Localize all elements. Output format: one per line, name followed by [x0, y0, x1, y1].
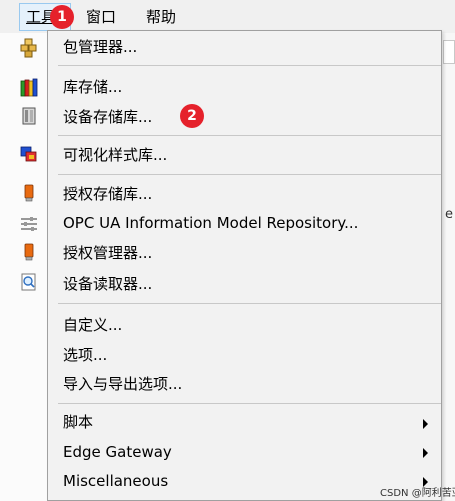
submenu-arrow-icon — [423, 448, 428, 458]
menu-item-opc-ua-repository[interactable]: OPC UA Information Model Repository... — [63, 210, 358, 236]
menu-item-authorization-manager[interactable]: 授权管理器... — [63, 240, 152, 266]
menu-item-label: 授权存储库... — [63, 185, 153, 203]
menu-item-label: 脚本 — [63, 413, 94, 431]
menu-item-scripts[interactable]: 脚本 — [63, 409, 93, 435]
menu-help[interactable]: 帮助 — [140, 4, 182, 30]
authorization-repository-icon — [24, 184, 34, 202]
menu-separator — [58, 403, 441, 404]
menu-item-label: 设备存储库... — [63, 108, 153, 126]
authorization-manager-icon — [24, 243, 34, 261]
submenu-arrow-icon — [423, 419, 428, 429]
menu-item-label: 选项... — [63, 346, 108, 364]
menu-help-label: 帮助 — [146, 8, 177, 26]
menu-item-label: 库存储... — [63, 78, 123, 96]
menu-window-label: 窗口 — [86, 8, 117, 26]
menu-item-device-repository[interactable]: 设备存储库... — [63, 104, 152, 130]
menu-separator — [58, 65, 441, 66]
background-window — [441, 33, 455, 501]
menu-item-label: 导入与导出选项... — [63, 375, 183, 393]
menu-item-import-export-options[interactable]: 导入与导出选项... — [63, 371, 182, 397]
package-icon — [20, 38, 37, 58]
library-books-icon — [20, 78, 38, 97]
annotation-badge-1: 1 — [50, 5, 74, 29]
menu-item-label: 可视化样式库... — [63, 146, 168, 164]
menu-window[interactable]: 窗口 — [80, 4, 122, 30]
menu-item-options[interactable]: 选项... — [63, 342, 107, 368]
menu-item-library-storage[interactable]: 库存储... — [63, 74, 122, 100]
device-repository-icon — [22, 107, 36, 125]
menu-item-authorization-repository[interactable]: 授权存储库... — [63, 181, 152, 207]
menu-item-label: Edge Gateway — [63, 443, 172, 461]
visualization-library-icon — [20, 146, 37, 162]
background-tab — [443, 40, 455, 64]
menu-separator — [58, 303, 441, 304]
menu-item-customize[interactable]: 自定义... — [63, 312, 122, 338]
menu-item-label: 包管理器... — [63, 38, 138, 56]
device-reader-icon — [21, 273, 36, 291]
menu-separator — [58, 135, 441, 136]
menu-item-label: 自定义... — [63, 316, 123, 334]
menu-item-device-reader[interactable]: 设备读取器... — [63, 271, 152, 297]
menu-item-package-manager[interactable]: 包管理器... — [63, 34, 137, 60]
menu-item-miscellaneous[interactable]: Miscellaneous — [63, 468, 168, 494]
menu-item-label: Miscellaneous — [63, 472, 169, 490]
annotation-badge-2: 2 — [180, 104, 204, 128]
menu-icon-column — [0, 33, 48, 501]
menu-item-label: 设备读取器... — [63, 275, 153, 293]
watermark: CSDN @阿利苦亚 — [380, 488, 455, 499]
menu-item-label: 授权管理器... — [63, 244, 153, 262]
menu-separator — [58, 174, 441, 175]
menu-item-edge-gateway[interactable]: Edge Gateway — [63, 439, 172, 465]
tools-dropdown-menu: 包管理器... 库存储... 设备存储库... 可视化样式库... 授权存储库.… — [47, 30, 442, 501]
background-partial-text: e — [445, 207, 453, 222]
opc-ua-repository-icon — [21, 217, 37, 231]
menu-item-visualization-library[interactable]: 可视化样式库... — [63, 142, 167, 168]
menu-item-label: OPC UA Information Model Repository... — [63, 214, 359, 232]
